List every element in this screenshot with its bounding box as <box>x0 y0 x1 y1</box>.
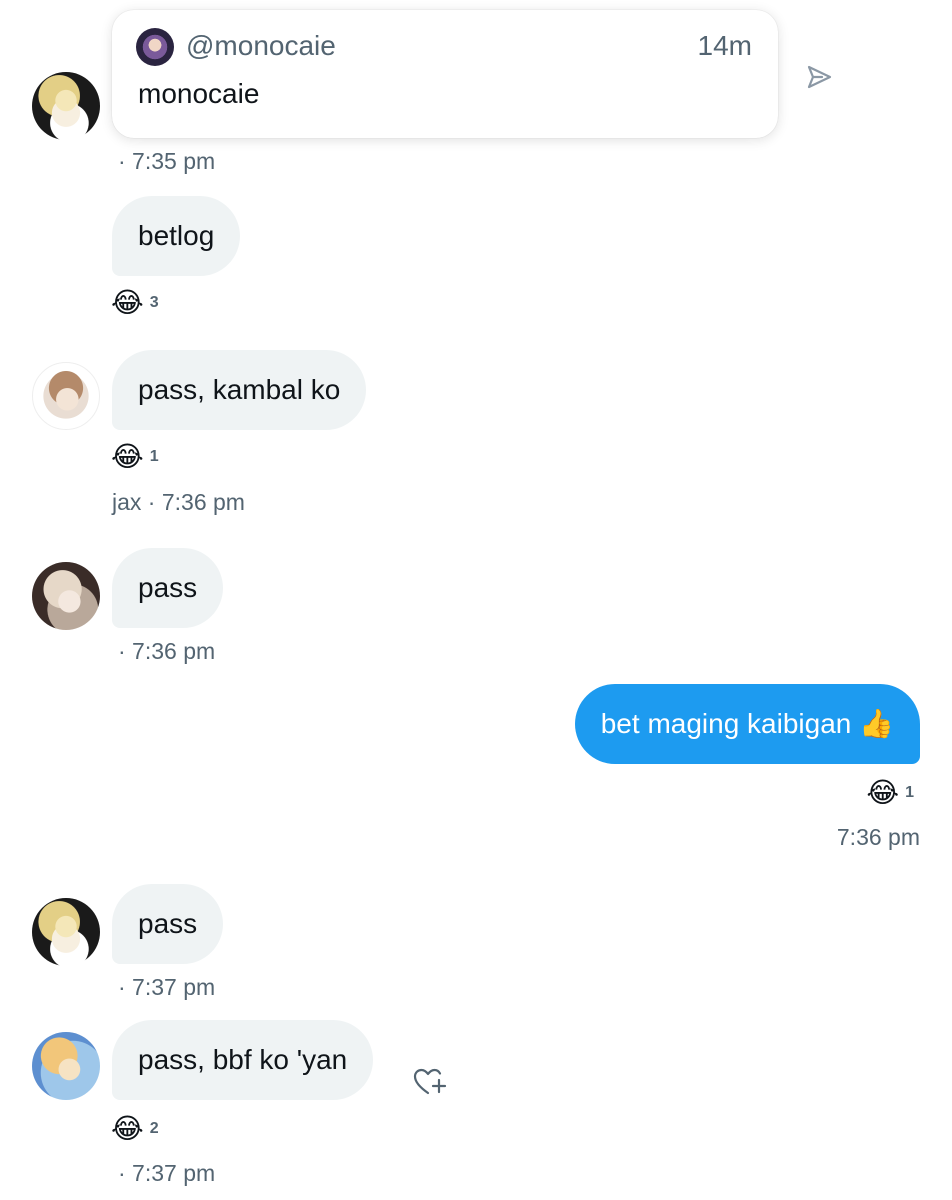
avatar[interactable] <box>32 1032 100 1100</box>
message-bubble[interactable]: pass, bbf ko 'yan <box>112 1020 374 1100</box>
reaction-count: 1 <box>905 784 914 801</box>
message-text: betlog <box>138 220 215 251</box>
message-meta: jax · 7:36 pm <box>112 489 245 516</box>
message-timestamp: · 7:36 pm <box>147 489 245 515</box>
reaction-count: 2 <box>149 1120 159 1137</box>
laughing-emoji-icon: 😂 <box>111 1113 144 1144</box>
reaction-badge[interactable]: 😂 3 <box>111 286 159 320</box>
message-text: bet maging kaibigan 👍 <box>600 708 894 739</box>
message-timestamp: · 7:36 pm <box>118 638 216 664</box>
reaction-badge[interactable]: 😂 1 <box>866 776 914 810</box>
send-icon[interactable] <box>804 62 834 92</box>
message-bubble[interactable]: betlog <box>112 196 241 276</box>
my-message-bubble[interactable]: bet maging kaibigan 👍 <box>574 684 920 764</box>
message-timestamp: · 7:37 pm <box>118 974 216 1000</box>
avatar[interactable] <box>32 362 100 430</box>
laughing-emoji-icon: 😂 <box>866 777 900 808</box>
shared-post-text: monocaie <box>138 78 260 109</box>
message-bubble[interactable]: pass <box>112 884 224 964</box>
laughing-emoji-icon: 😂 <box>111 287 144 318</box>
message-timestamp: · 7:35 pm <box>118 148 216 174</box>
message-bubble[interactable]: pass <box>112 548 224 628</box>
shared-post-card[interactable]: @monocaie 14m monocaie <box>112 10 778 138</box>
message-timestamp: 7:36 pm <box>836 824 920 850</box>
shared-post-avatar <box>136 28 174 66</box>
avatar[interactable] <box>32 72 100 140</box>
heart-plus-icon[interactable] <box>412 1066 448 1098</box>
sender-name: jax <box>112 489 142 515</box>
reaction-badge[interactable]: 😂 1 <box>111 440 159 474</box>
shared-post-handle: @monocaie <box>186 30 336 61</box>
message-text: pass <box>138 908 198 939</box>
message-text: pass, bbf ko 'yan <box>138 1044 348 1075</box>
message-text: pass <box>138 572 198 603</box>
avatar[interactable] <box>32 898 100 966</box>
reaction-count: 3 <box>149 294 159 311</box>
reaction-count: 1 <box>149 448 159 465</box>
avatar[interactable] <box>32 562 100 630</box>
shared-post-time: 14m <box>697 30 752 61</box>
message-text: pass, kambal ko <box>138 374 341 405</box>
laughing-emoji-icon: 😂 <box>111 441 144 472</box>
reaction-badge[interactable]: 😂 2 <box>111 1112 159 1146</box>
message-timestamp: · 7:37 pm <box>118 1160 216 1186</box>
message-bubble[interactable]: pass, kambal ko <box>112 350 367 430</box>
